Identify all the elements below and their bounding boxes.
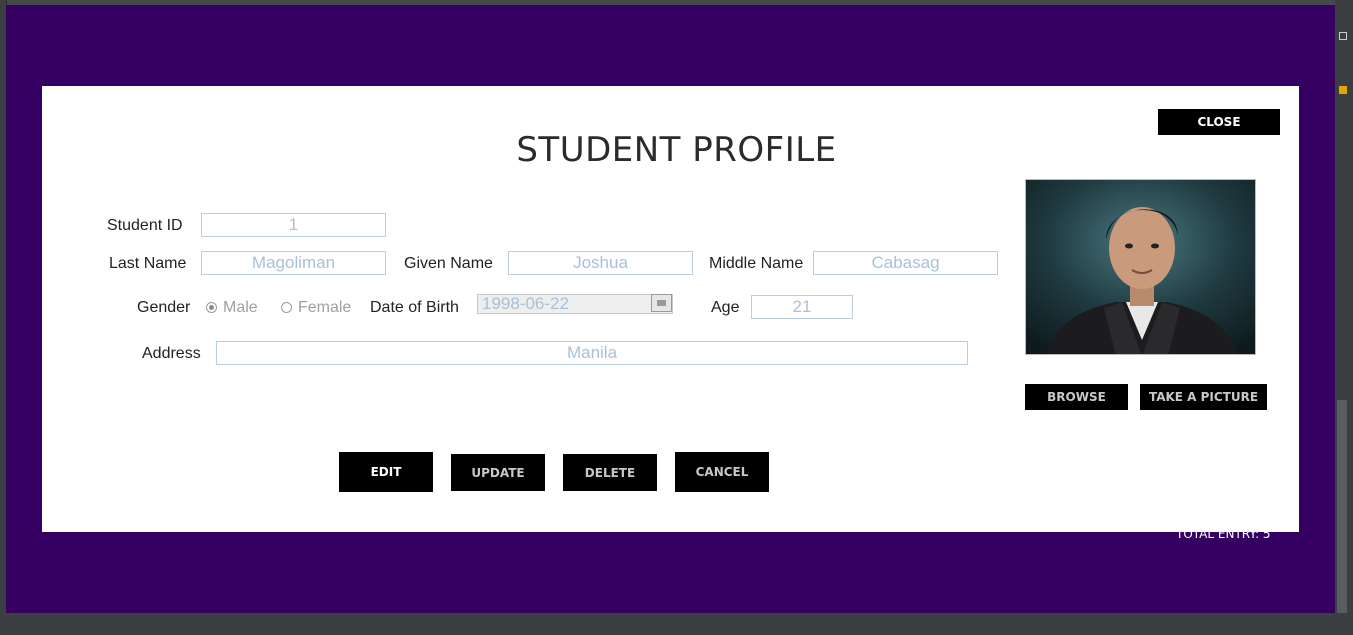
gender-female-label: Female [298,299,352,316]
date-of-birth-field[interactable] [477,294,673,314]
ide-status-bar [0,613,1353,635]
gender-female-radio[interactable] [281,302,292,313]
update-button[interactable]: UPDATE [451,454,545,491]
age-label: Age [711,299,740,316]
student-photo [1025,179,1256,355]
student-id-field[interactable] [201,213,386,237]
middle-name-label: Middle Name [709,255,804,272]
warning-marker-icon [1339,86,1347,94]
calendar-icon[interactable] [651,294,672,312]
page-title: STUDENT PROFILE [516,130,837,170]
date-of-birth-label: Date of Birth [370,299,459,316]
take-picture-button[interactable]: TAKE A PICTURE [1140,384,1267,410]
browse-button[interactable]: BROWSE [1025,384,1128,410]
maximize-icon[interactable] [1339,32,1347,40]
middle-name-field[interactable] [813,251,998,275]
delete-button[interactable]: DELETE [563,454,657,491]
gender-male-label: Male [223,299,258,316]
student-id-label: Student ID [107,217,183,234]
cancel-button[interactable]: CANCEL [675,452,769,492]
given-name-label: Given Name [404,255,493,272]
address-field[interactable] [216,341,968,365]
last-name-label: Last Name [109,255,187,272]
gender-label: Gender [137,299,191,316]
ide-scrollbar[interactable] [1337,400,1347,630]
age-field[interactable] [751,295,853,319]
edit-button[interactable]: EDIT [339,452,433,492]
last-name-field[interactable] [201,251,386,275]
address-label: Address [142,345,201,362]
given-name-field[interactable] [508,251,693,275]
gender-male-radio[interactable] [206,302,217,313]
